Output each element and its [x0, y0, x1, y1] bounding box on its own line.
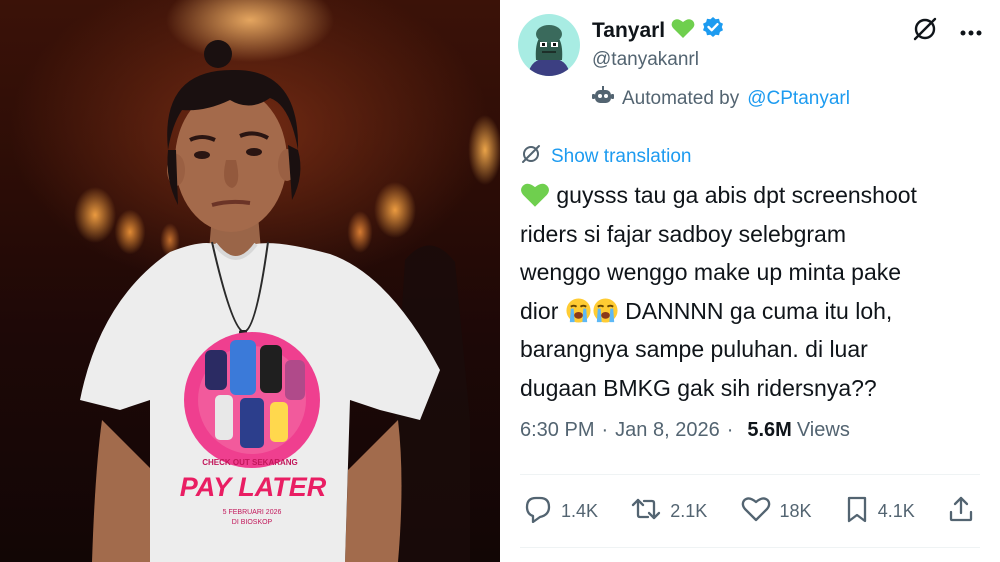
heart-icon	[741, 496, 771, 527]
bookmark-button[interactable]: 4.1K	[845, 495, 915, 528]
reply-count: 1.4K	[561, 500, 599, 521]
avatar[interactable]	[518, 14, 580, 76]
repost-icon	[631, 496, 661, 527]
author-handle[interactable]: @tanyakanrl	[592, 49, 699, 71]
meta-separator: ·	[726, 419, 734, 441]
loudly-crying-face-icon	[565, 297, 592, 324]
views-count: 5.6M	[747, 419, 792, 441]
meta-separator: ·	[601, 419, 609, 441]
views-label: Views	[796, 419, 850, 441]
reply-icon	[524, 495, 552, 528]
repost-button[interactable]: 2.1K	[631, 496, 707, 527]
avatar-illustration	[528, 25, 570, 76]
reply-button[interactable]: 1.4K	[524, 495, 598, 528]
tweet-meta: 6:30 PM · Jan 8, 2026 · 5.6M Views	[520, 419, 850, 442]
tweet-line: wenggo wenggo make up minta pake	[520, 259, 902, 285]
verified-badge-icon[interactable]	[701, 16, 725, 45]
shirt-title: PAY LATER	[180, 472, 327, 502]
shirt-date: 5 FEBRUARI 2026	[223, 509, 282, 516]
translate-icon	[520, 143, 542, 171]
more-options-icon[interactable]	[960, 23, 982, 41]
divider	[520, 547, 980, 548]
tweet-card: Tanyarl @tanyakanrl Automated by @CPtany…	[500, 0, 1000, 562]
loudly-crying-face-icon	[592, 297, 619, 324]
green-heart-icon	[671, 17, 695, 44]
tweet-line: dugaan BMKG gak sih ridersnya??	[520, 374, 877, 401]
bookmark-count: 4.1K	[877, 500, 915, 521]
like-count: 18K	[779, 500, 812, 521]
bookmark-icon	[845, 495, 869, 528]
show-translation-button[interactable]: Show translation	[520, 143, 691, 171]
share-icon	[948, 495, 974, 528]
tweet-line: DANNNN ga cuma itu loh,	[625, 297, 893, 324]
green-heart-icon	[520, 182, 550, 208]
robot-icon	[592, 85, 614, 113]
display-name[interactable]: Tanyarl	[592, 19, 665, 43]
tweet-time[interactable]: 6:30 PM	[520, 419, 594, 442]
tweet-text: guysss tau ga abis dpt screenshoot rider…	[520, 176, 982, 407]
repost-count: 2.1K	[670, 500, 708, 521]
tweet-line: guysss tau ga abis dpt screenshoot	[556, 182, 917, 208]
show-translation-label: Show translation	[551, 146, 692, 167]
share-button[interactable]	[948, 495, 974, 528]
person-photo-illustration: CHECK OUT SEKARANG PAY LATER 5 FEBRUARI …	[80, 40, 470, 562]
tweet-photo[interactable]: CHECK OUT SEKARANG PAY LATER 5 FEBRUARI …	[0, 0, 500, 562]
tweet-header-actions	[912, 16, 982, 47]
automated-account-link[interactable]: @CPtanyarl	[747, 88, 850, 110]
tweet-date[interactable]: Jan 8, 2026	[615, 419, 720, 442]
tweet-line: barangnya sampe puluhan. di luar	[520, 336, 868, 362]
grok-icon[interactable]	[912, 16, 938, 47]
tweet-line: dior	[520, 297, 559, 324]
like-button[interactable]: 18K	[741, 496, 812, 527]
tweet-actions: 1.4K 2.1K 18K 4.1K	[524, 493, 974, 529]
author-name-row[interactable]: Tanyarl	[592, 16, 725, 45]
divider	[520, 474, 980, 475]
automated-label-row: Automated by @CPtanyarl	[592, 85, 850, 113]
tweet-line: riders si fajar sadboy selebgram	[520, 220, 846, 247]
shirt-venue: DI BIOSKOP	[232, 519, 273, 526]
automated-by-label: Automated by	[622, 88, 740, 109]
shirt-heading: CHECK OUT SEKARANG	[202, 458, 298, 467]
